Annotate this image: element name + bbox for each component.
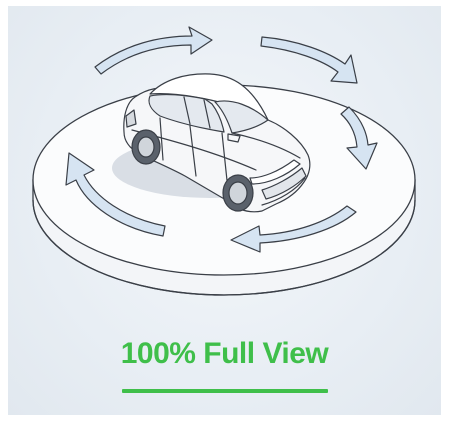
arrow-top-right bbox=[260, 36, 358, 84]
arrow-top-left bbox=[94, 26, 213, 75]
caption-underline bbox=[122, 389, 328, 393]
full-view-label: 100% Full View bbox=[120, 337, 329, 370]
